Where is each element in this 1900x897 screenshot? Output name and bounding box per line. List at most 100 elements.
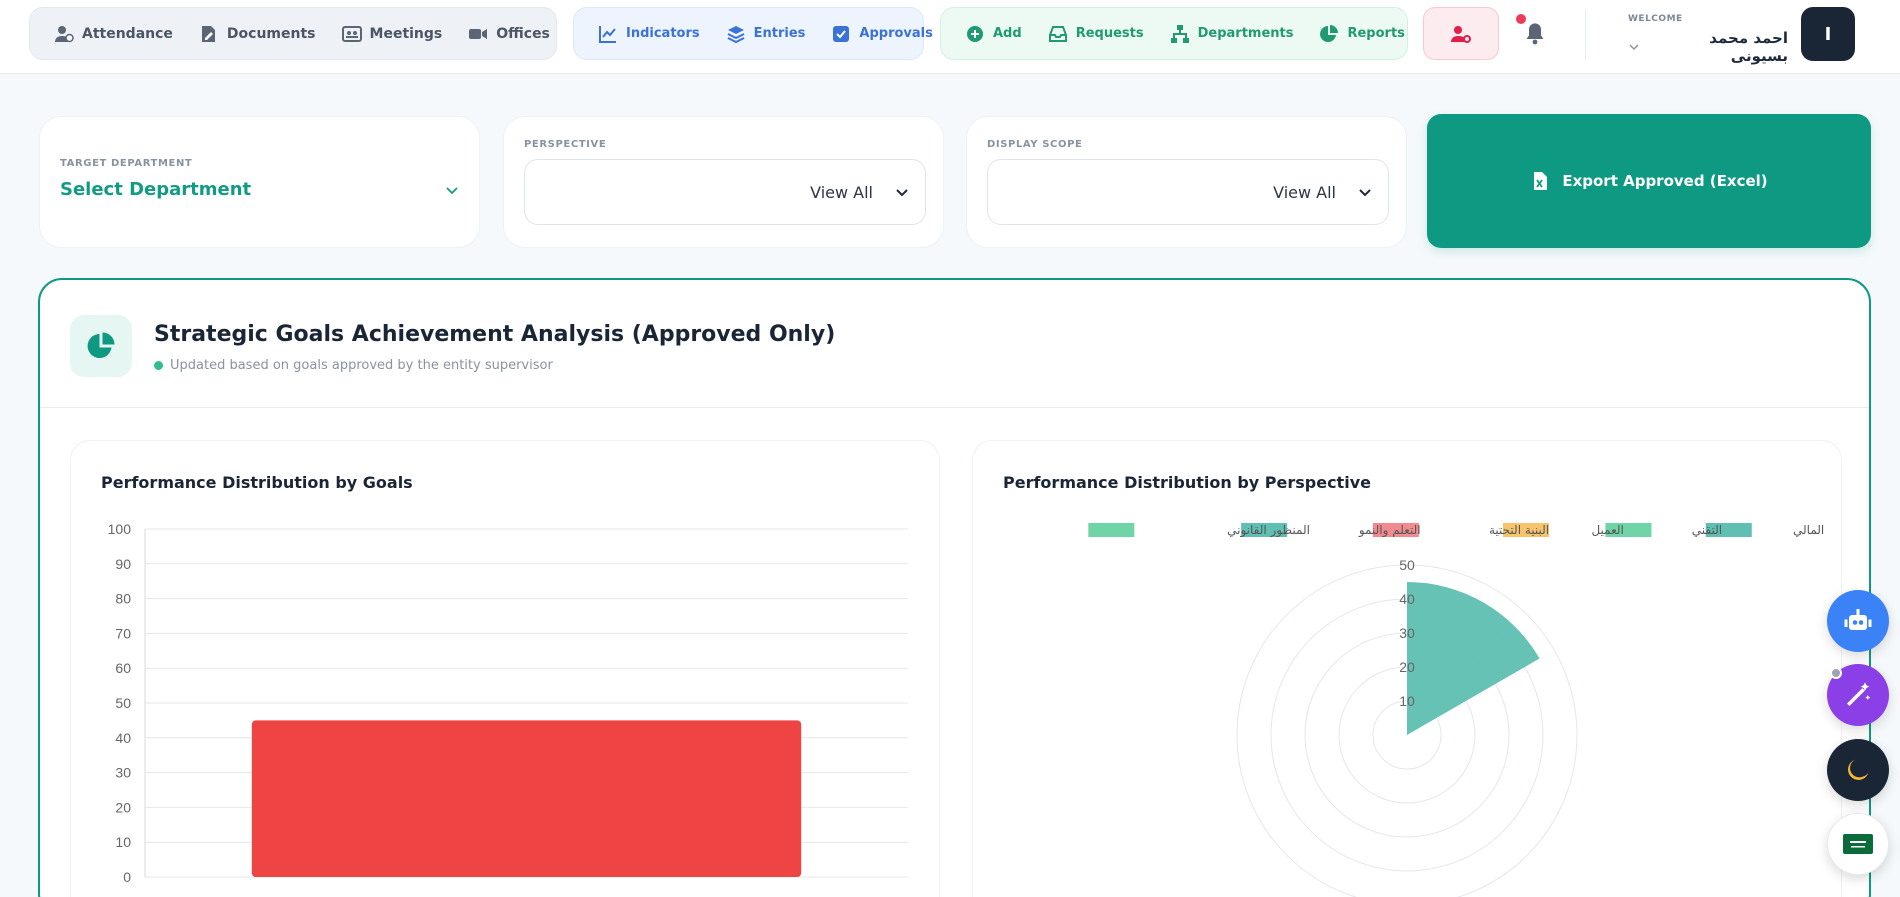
- legend-label: البنية التحتية: [1489, 523, 1549, 537]
- bell-icon: [1523, 21, 1547, 45]
- radial-tick-label: 30: [1399, 625, 1415, 641]
- nav-group-performance: Indicators Entries Approvals: [573, 7, 933, 60]
- goals-bar-chart: 0 10 20 30 40 50 60 70 80 90 100: [108, 521, 908, 885]
- moon-icon: [1845, 757, 1871, 783]
- nav-item-meetings[interactable]: Meetings: [332, 14, 453, 54]
- radial-tick-label: 40: [1399, 591, 1415, 607]
- y-tick-label: 90: [115, 556, 131, 572]
- panel-title: Strategic Goals Achievement Analysis (Ap…: [154, 322, 836, 347]
- nav-item-add[interactable]: Add: [955, 14, 1032, 54]
- radial-tick-label: 20: [1399, 659, 1415, 675]
- nav-item-label: Approvals: [859, 26, 933, 41]
- magic-wand-icon: [1844, 681, 1872, 709]
- legend-label: التعلم والنمو: [1358, 523, 1421, 538]
- bar: [251, 720, 802, 877]
- nav-item-entries[interactable]: Entries: [716, 14, 816, 54]
- panel-divider: [40, 407, 1869, 408]
- chevron-down-icon: [1358, 185, 1372, 199]
- y-tick-label: 70: [115, 625, 131, 641]
- nav-item-label: Attendance: [82, 25, 173, 42]
- nav-item-label: Add: [993, 26, 1022, 41]
- nav-item-documents[interactable]: Documents: [189, 14, 326, 54]
- nav-item-label: Meetings: [369, 25, 443, 42]
- panel-subtitle: Updated based on goals approved by the e…: [154, 358, 553, 373]
- chevron-down-icon: [895, 185, 909, 199]
- legend-label: المالي: [1793, 523, 1824, 537]
- admin-settings-button[interactable]: [1423, 7, 1499, 60]
- department-filter-label: TARGET DEPARTMENT: [60, 158, 193, 169]
- topbar-divider: [1585, 10, 1586, 60]
- user-gear-icon: [1451, 24, 1471, 44]
- assistant-bot-button[interactable]: [1827, 590, 1889, 652]
- nav-item-label: Documents: [226, 25, 316, 42]
- display-scope-select[interactable]: View All: [987, 159, 1389, 225]
- nav-item-approvals[interactable]: Approvals: [821, 14, 942, 54]
- display-scope-select-value: View All: [1273, 182, 1336, 202]
- status-dot: [154, 361, 163, 370]
- perspective-chart-card: Performance Distribution by Perspective …: [972, 440, 1842, 897]
- robot-icon: [1843, 606, 1873, 636]
- nav-item-attendance[interactable]: Attendance: [44, 14, 183, 54]
- polar-slice: [1407, 582, 1540, 735]
- magic-status-dot: [1830, 667, 1842, 679]
- department-filter-card: TARGET DEPARTMENT Select Department: [39, 116, 480, 248]
- nav-item-label: Entries: [753, 26, 806, 41]
- y-tick-label: 100: [108, 521, 132, 537]
- perspective-polar-chart: المالي التقني العميل البنية التحتية التعلم و…: [1088, 523, 1824, 897]
- file-excel-icon: [1530, 171, 1550, 191]
- nav-item-label: Requests: [1075, 26, 1144, 41]
- nav-group-management: Add Requests Departments Reports: [940, 7, 1408, 60]
- chevron-down-icon: [444, 182, 460, 198]
- display-scope-filter-card: DISPLAY SCOPE View All: [966, 116, 1407, 248]
- nav-item-departments[interactable]: Departments: [1160, 14, 1304, 54]
- perspective-filter-card: PERSPECTIVE View All: [503, 116, 944, 248]
- department-select[interactable]: Select Department: [60, 179, 460, 200]
- export-excel-label: Export Approved (Excel): [1562, 172, 1768, 190]
- notification-badge: [1516, 14, 1526, 24]
- panel-icon-box: [70, 315, 132, 377]
- nav-item-requests[interactable]: Requests: [1038, 14, 1154, 54]
- analysis-panel: Strategic Goals Achievement Analysis (Ap…: [38, 278, 1871, 897]
- y-tick-label: 40: [115, 730, 131, 746]
- department-select-value: Select Department: [60, 179, 252, 200]
- chevron-down-icon: [1628, 41, 1640, 53]
- y-tick-label: 0: [123, 869, 131, 885]
- nav-group-general: Attendance Documents Meetings Offices: [29, 7, 557, 60]
- perspective-select-value: View All: [810, 182, 873, 202]
- nav-item-label: Offices: [496, 25, 550, 42]
- y-tick-label: 20: [115, 799, 131, 815]
- pie-chart-icon: [86, 331, 116, 361]
- y-tick-label: 80: [115, 591, 131, 607]
- legend-label: العميل: [1591, 523, 1623, 537]
- y-tick-label: 30: [115, 765, 131, 781]
- user-menu[interactable]: WELCOME احمد محمد بسيونى: [1628, 14, 1788, 65]
- video-icon: [468, 24, 488, 44]
- meetings-icon: [341, 24, 362, 44]
- legend-label: المنظور القانوني: [1227, 523, 1310, 538]
- file-signature-icon: [199, 24, 219, 44]
- y-tick-label: 60: [115, 660, 131, 676]
- panel-subtitle-text: Updated based on goals approved by the e…: [170, 358, 553, 373]
- radial-tick-label: 50: [1399, 557, 1415, 573]
- legend-swatch: [1088, 523, 1135, 537]
- export-excel-button[interactable]: Export Approved (Excel): [1427, 114, 1871, 248]
- nav-item-offices[interactable]: Offices: [458, 14, 560, 54]
- radial-tick-label: 10: [1399, 693, 1415, 709]
- dark-mode-toggle[interactable]: [1827, 739, 1889, 801]
- user-name: احمد محمد بسيونى: [1709, 29, 1788, 65]
- sitemap-icon: [1170, 24, 1190, 44]
- user-name-row: احمد محمد بسيونى: [1628, 29, 1788, 65]
- welcome-label: WELCOME: [1628, 14, 1683, 24]
- y-tick-label: 50: [115, 695, 131, 711]
- saudi-flag-icon: [1843, 834, 1873, 854]
- nav-item-reports[interactable]: Reports: [1309, 14, 1414, 54]
- avatar[interactable]: I: [1801, 7, 1855, 61]
- perspective-select[interactable]: View All: [524, 159, 926, 225]
- legend-item: المالي: [1705, 523, 1824, 537]
- legend-label: التقني: [1692, 523, 1722, 537]
- language-switch-button[interactable]: [1827, 813, 1889, 875]
- display-scope-filter-label: DISPLAY SCOPE: [987, 139, 1083, 150]
- nav-item-indicators[interactable]: Indicators: [588, 14, 710, 54]
- layers-icon: [726, 24, 746, 44]
- goals-chart-card: Performance Distribution by Goals 0 10 20 3…: [70, 440, 940, 897]
